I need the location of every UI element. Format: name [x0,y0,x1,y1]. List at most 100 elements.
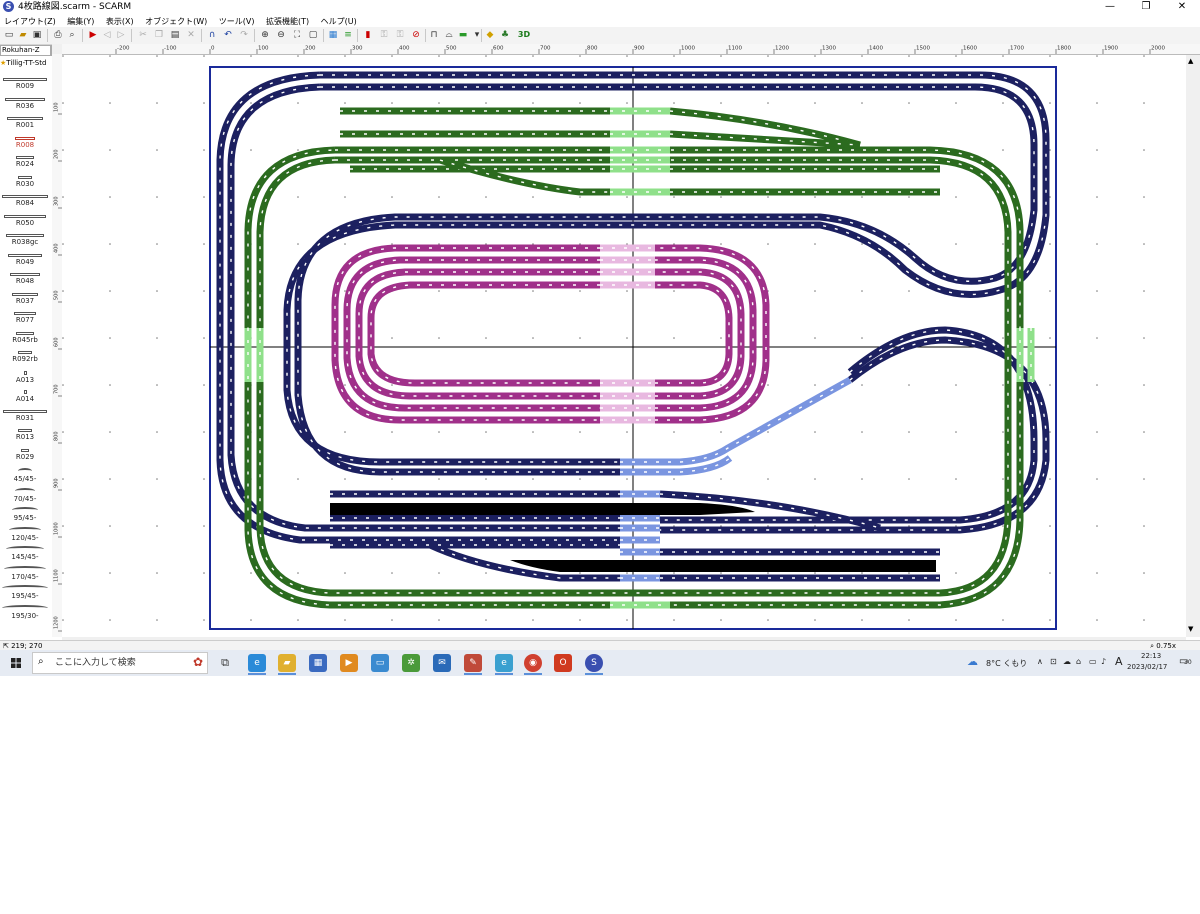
paste-icon[interactable]: ▤ [169,29,181,41]
office-icon[interactable]: O [554,654,572,672]
zoom-fit-icon[interactable]: ⛶ [291,29,303,41]
play-icon[interactable]: ▶ [87,29,99,41]
file-explorer-icon[interactable]: ▰ [278,654,296,672]
layout-canvas[interactable] [62,55,1186,637]
part-item-r048[interactable]: R048 [0,273,50,285]
step-forward-icon[interactable]: ▷ [115,29,127,41]
part-item-r013[interactable]: R013 [0,429,50,441]
part-item-r049[interactable]: R049 [0,253,50,266]
close-button[interactable]: ✕ [1164,0,1200,14]
bridge-icon[interactable]: ⌓ [443,29,455,41]
new-file-icon[interactable]: ▭ [3,29,15,41]
clock-date[interactable]: 2023/02/17 [1127,663,1167,671]
part-item-70-45-[interactable]: 70/45- [0,487,50,503]
clock-time[interactable]: 22:13 [1141,652,1161,660]
3d-view-icon[interactable]: 3D [517,29,531,41]
tree-icon[interactable]: ♣ [499,29,511,41]
monitor-app-icon[interactable]: ▭ [371,654,389,672]
part-item-r030[interactable]: R030 [0,175,50,188]
chrome-icon[interactable]: ◉ [524,654,542,672]
background-image-icon[interactable]: ▦ [327,29,339,41]
zoom-selection-icon[interactable]: ▢ [307,29,319,41]
track-tool-icon[interactable]: ▮ [362,29,374,41]
unlock-icon[interactable]: ⚿ [394,29,406,41]
frog-app-icon[interactable]: ✲ [402,654,420,672]
store-icon[interactable]: ▦ [309,654,327,672]
part-item-r038gc[interactable]: R038gc [0,234,50,246]
part-item-45-45-[interactable]: 45/45- [0,468,50,483]
part-item-r031[interactable]: R031 [0,409,50,422]
undo-icon[interactable]: ↶ [222,29,234,41]
ime-indicator[interactable]: A [1115,655,1123,668]
part-item-r024[interactable]: R024 [0,156,50,168]
part-item-r050[interactable]: R050 [0,214,50,227]
network-app-icon[interactable]: ⊡ [1050,657,1057,666]
part-item-95-45-[interactable]: 95/45- [0,507,50,522]
part-item-r029[interactable]: R029 [0,448,50,461]
weather-icon[interactable]: ☁ [967,655,978,668]
part-item-a013[interactable]: A013 [0,370,50,384]
cut-icon[interactable]: ✂ [137,29,149,41]
part-item-r077[interactable]: R077 [0,312,50,324]
track-layout[interactable] [62,55,1186,637]
object-box-icon[interactable]: ◆ [484,29,496,41]
train-icon[interactable]: ⊓ [428,29,440,41]
part-item-r008[interactable]: R008 [0,136,50,149]
part-item-r001[interactable]: R001 [0,117,50,129]
redo-icon[interactable]: ↷ [238,29,250,41]
scroll-up-icon[interactable]: ▲ [1188,57,1193,65]
secondary-library-select[interactable]: ★Tillig-TT-Std [0,58,51,69]
internet-explorer-icon[interactable]: e [495,654,513,672]
part-label: R001 [15,121,35,129]
part-item-a014[interactable]: A014 [0,390,50,403]
part-item-170-45-[interactable]: 170/45- [0,565,50,581]
lock-icon[interactable]: ⚿ [378,29,390,41]
onedrive-icon[interactable]: ☁ [1063,657,1071,666]
hide-icon[interactable]: ⊘ [410,29,422,41]
edge-icon[interactable]: e [248,654,266,672]
vertical-scrollbar[interactable]: ▲ ▼ [1186,55,1200,637]
mail-icon[interactable]: ✉ [433,654,451,672]
part-item-r009[interactable]: R009 [0,78,50,90]
show-hidden-icons-icon[interactable]: ∧ [1037,657,1043,666]
weather-text[interactable]: 8°C くもり [986,658,1027,669]
part-shape-icon [14,312,36,315]
app-icon[interactable]: S [3,1,14,12]
save-icon[interactable]: ▣ [31,29,43,41]
part-item-r045rb[interactable]: R045rb [0,331,50,344]
height-tool-icon[interactable]: ▬ [457,29,469,41]
scroll-down-icon[interactable]: ▼ [1188,625,1193,633]
print-icon[interactable]: ⎙ [52,29,64,41]
copy-icon[interactable]: ❐ [153,29,165,41]
media-player-icon[interactable]: ▶ [340,654,358,672]
display-icon[interactable]: ▭ [1089,657,1097,666]
layers-icon[interactable]: ≡ [342,29,354,41]
paint-app-icon[interactable]: ✎ [464,654,482,672]
volume-icon[interactable]: ♪ [1101,657,1106,666]
zoom-out-icon[interactable]: ⊖ [275,29,287,41]
part-item-r037[interactable]: R037 [0,292,50,305]
part-item-r036[interactable]: R036 [0,97,50,110]
task-view-icon[interactable]: ⧉ [216,654,234,672]
network-icon[interactable]: ⌂ [1076,657,1081,666]
scarm-icon[interactable]: S [585,654,603,672]
delete-icon[interactable]: ✕ [185,29,197,41]
step-back-icon[interactable]: ◁ [101,29,113,41]
print-preview-icon[interactable]: ⌕ [66,29,78,41]
start-button[interactable] [0,650,32,676]
taskbar-search[interactable]: ⌕ ここに入力して検索 ✿ [32,652,208,674]
part-item-120-45-[interactable]: 120/45- [0,526,50,542]
part-item-195-45-[interactable]: 195/45- [0,585,50,600]
part-item-r092rb[interactable]: R092rb [0,351,50,363]
maximize-button[interactable]: ❐ [1128,0,1164,14]
part-item-195-30-[interactable]: 195/30- [0,604,50,620]
open-folder-icon[interactable]: ▰ [17,29,29,41]
track-black-yard-1[interactable] [330,503,755,515]
part-item-r084[interactable]: R084 [0,195,50,207]
minimize-button[interactable]: — [1092,0,1128,14]
magnet-icon[interactable]: ∩ [206,29,218,41]
library-select[interactable]: Rokuhan-Z [0,45,51,56]
part-item-145-45-[interactable]: 145/45- [0,546,50,561]
zoom-in-icon[interactable]: ⊕ [259,29,271,41]
track-black-yard-2[interactable] [510,560,936,572]
